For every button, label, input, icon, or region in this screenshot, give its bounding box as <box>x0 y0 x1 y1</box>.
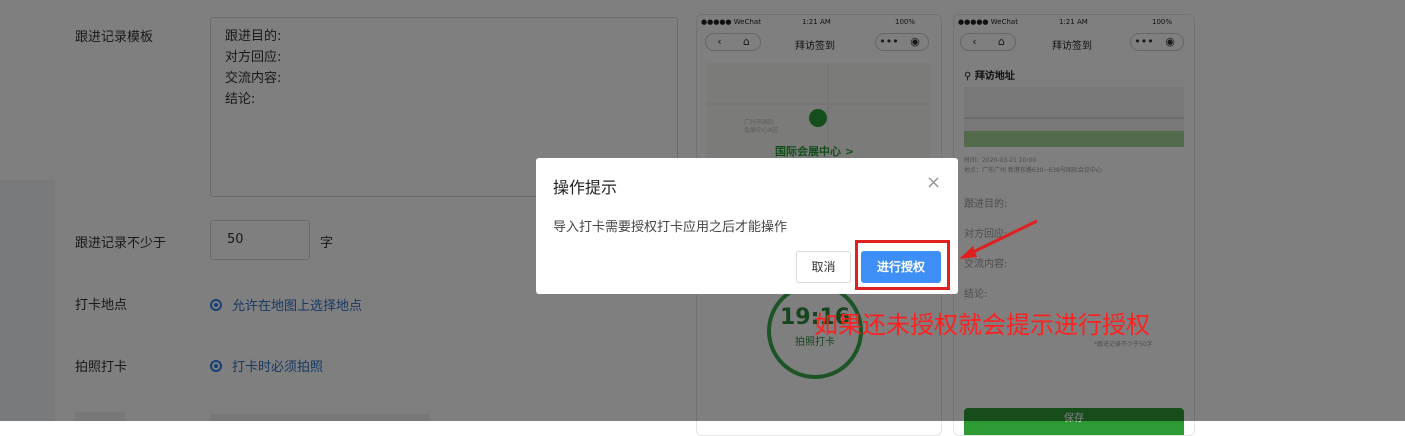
close-icon[interactable]: × <box>926 172 941 193</box>
annotation-arrow-icon <box>959 219 1038 259</box>
dialog-message: 导入打卡需要授权打卡应用之后才能操作 <box>553 220 788 235</box>
annotation-text: 如果还未授权就会提示进行授权 <box>814 311 1150 339</box>
highlight-box <box>855 240 950 290</box>
dialog-title: 操作提示 <box>553 178 618 197</box>
cancel-button[interactable]: 取消 <box>796 251 851 283</box>
